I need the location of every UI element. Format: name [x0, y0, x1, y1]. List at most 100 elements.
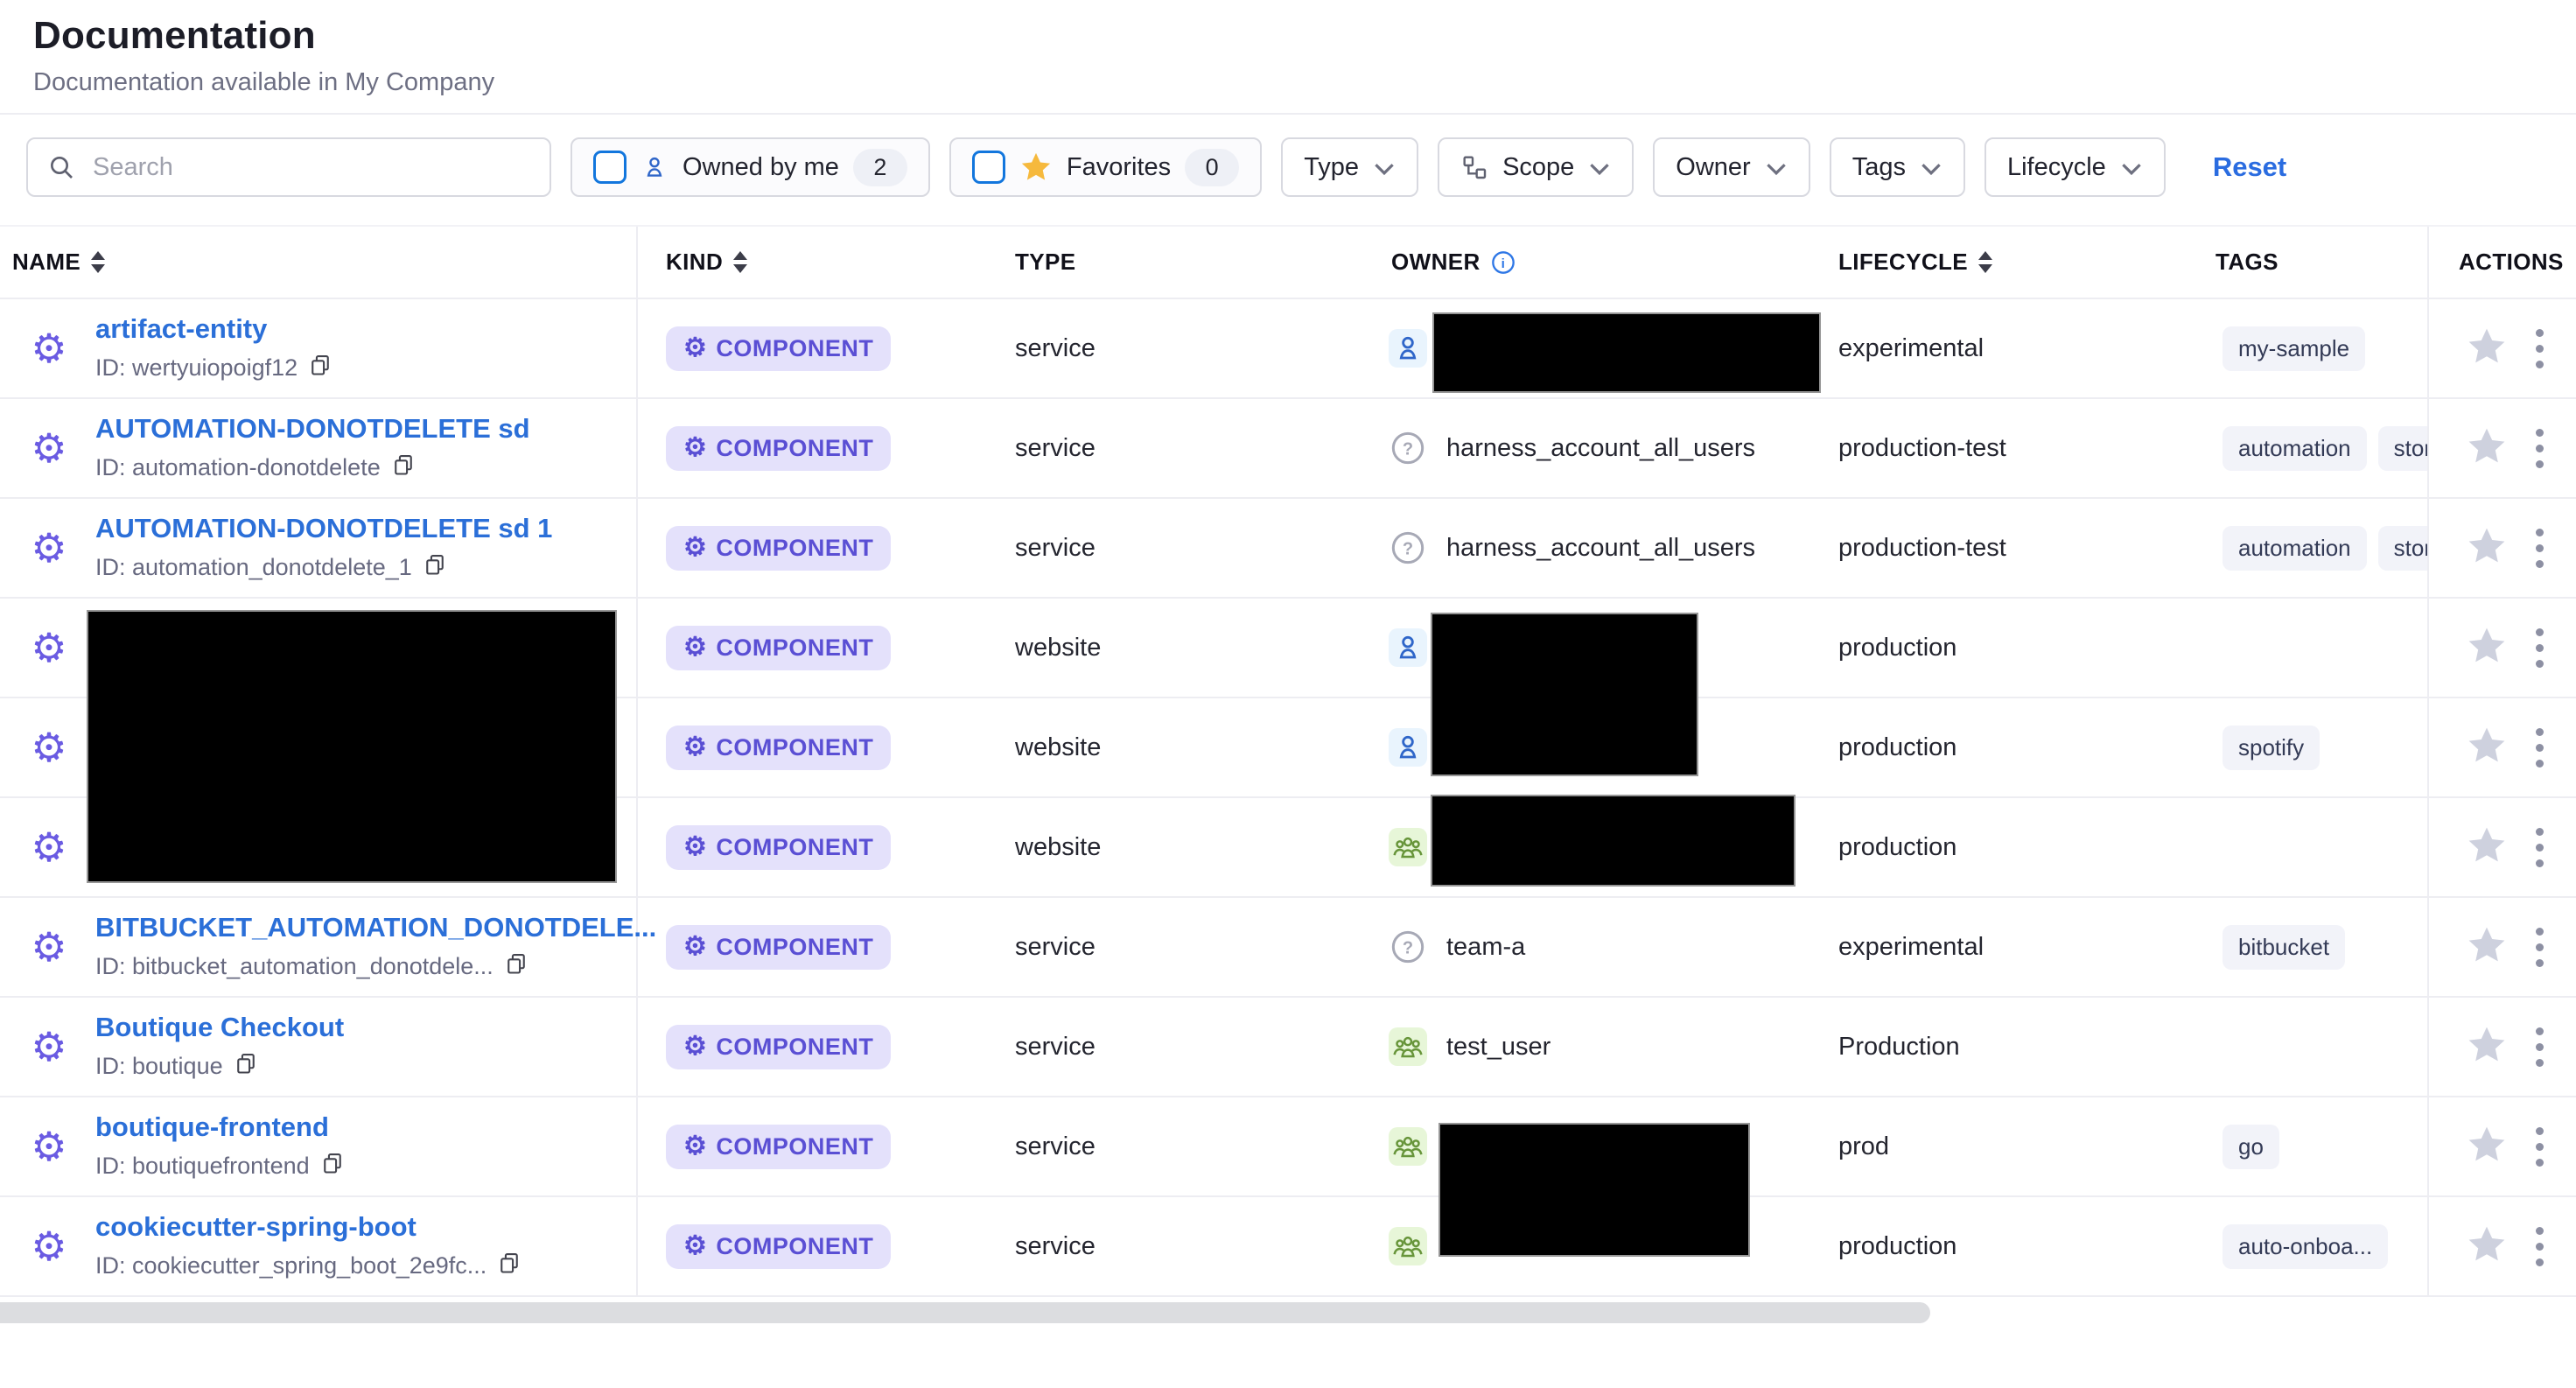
reset-button[interactable]: Reset	[2213, 151, 2286, 183]
table-row: ⚙︎cookiecutter-spring-bootID: cookiecutt…	[0, 1197, 2576, 1297]
table-header-row: NAME KIND TYPE OWNER i LIFECYCLE TAGS	[0, 225, 2576, 299]
copy-icon[interactable]	[320, 1151, 345, 1181]
tags-cell	[2188, 599, 2427, 697]
chevron-down-icon	[1373, 162, 1396, 176]
name-cell: ⚙︎artifact-entityID: wertyuiopoigf12	[0, 299, 638, 397]
copy-icon[interactable]	[308, 353, 332, 383]
favorite-star-button[interactable]	[2466, 1024, 2508, 1070]
entity-name-link[interactable]: AUTOMATION-DONOTDELETE sd	[95, 413, 530, 445]
sort-icon[interactable]	[91, 251, 105, 273]
entity-name-link[interactable]: artifact-entity	[95, 313, 332, 345]
question-icon: ?	[1389, 429, 1427, 467]
catalog-page: Documentation Documentation available in…	[0, 0, 2576, 1388]
table-row: ⚙︎artifact-entityID: wertyuiopoigf12⚙︎CO…	[0, 299, 2576, 399]
kind-badge: ⚙︎COMPONENT	[666, 626, 891, 670]
tags-cell	[2188, 798, 2427, 896]
tags-cell: automationstor	[2188, 399, 2427, 497]
more-menu-button[interactable]	[2530, 823, 2549, 873]
favorite-star-button[interactable]	[2466, 1124, 2508, 1170]
gear-icon: ⚙︎	[29, 328, 69, 368]
favorite-star-button[interactable]	[2466, 824, 2508, 871]
question-icon: ?	[1389, 928, 1427, 966]
gear-icon: ⚙︎	[29, 428, 69, 468]
sort-icon[interactable]	[733, 251, 747, 273]
favorite-star-button[interactable]	[2466, 525, 2508, 571]
column-header-kind[interactable]: KIND	[638, 227, 980, 298]
owned-by-me-checkbox[interactable]	[593, 151, 626, 184]
name-cell: ⚙︎AUTOMATION-DONOTDELETE sd 1ID: automat…	[0, 499, 638, 597]
type-value: service	[1015, 1033, 1096, 1062]
entity-id: ID: boutique	[95, 1051, 344, 1082]
table-row: ⚙︎Boutique CheckoutID: boutique⚙︎COMPONE…	[0, 998, 2576, 1097]
favorite-star-button[interactable]	[2466, 425, 2508, 472]
owned-by-me-filter[interactable]: Owned by me 2	[570, 137, 930, 197]
more-menu-button[interactable]	[2530, 922, 2549, 972]
svg-text:?: ?	[1403, 540, 1413, 559]
name-cell: ⚙︎AUTOMATION-DONOTDELETE sdID: automatio…	[0, 399, 638, 497]
type-cell: service	[980, 998, 1365, 1096]
info-icon[interactable]: i	[1491, 250, 1516, 275]
type-cell: service	[980, 299, 1365, 397]
favorites-checkbox[interactable]	[972, 151, 1005, 184]
more-menu-button[interactable]	[2530, 1222, 2549, 1272]
owner-cell: ?harness_account_all_users	[1365, 399, 1820, 497]
kind-badge-label: COMPONENT	[716, 634, 873, 662]
favorites-label: Favorites	[1067, 153, 1171, 182]
favorite-star-button[interactable]	[2466, 625, 2508, 671]
copy-icon[interactable]	[497, 1251, 522, 1281]
filter-lifecycle[interactable]: Lifecycle	[1984, 137, 2166, 197]
favorites-filter[interactable]: Favorites 0	[949, 137, 1262, 197]
entity-name-link[interactable]: boutique-frontend	[95, 1111, 345, 1143]
horizontal-scrollbar-thumb[interactable]	[0, 1302, 1930, 1323]
name-cell: ⚙︎Boutique CheckoutID: boutique	[0, 998, 638, 1096]
search-box[interactable]	[26, 137, 551, 197]
favorite-star-button[interactable]	[2466, 326, 2508, 372]
more-menu-button[interactable]	[2530, 1122, 2549, 1172]
kind-badge: ⚙︎COMPONENT	[666, 1224, 891, 1269]
question-icon: ?	[1389, 529, 1427, 567]
kind-badge-label: COMPONENT	[716, 435, 873, 462]
entity-name-link[interactable]: Boutique Checkout	[95, 1012, 344, 1043]
favorite-star-button[interactable]	[2466, 1223, 2508, 1270]
more-menu-button[interactable]	[2530, 424, 2549, 473]
column-header-type: TYPE	[980, 227, 1365, 298]
name-block: Boutique Checkout ID: boutique	[95, 1012, 344, 1082]
tag-pill: auto-onboa...	[2222, 1224, 2388, 1269]
entity-name-link[interactable]: BITBUCKET_AUTOMATION_DONOTDELE...	[95, 912, 656, 943]
name-cell: ⚙︎boutique-frontendID: boutiquefrontend	[0, 1097, 638, 1195]
scope-hierarchy-icon	[1460, 153, 1488, 181]
copy-icon[interactable]	[504, 951, 528, 982]
entity-name-link[interactable]: cookiecutter-spring-boot	[95, 1211, 522, 1243]
more-menu-button[interactable]	[2530, 623, 2549, 673]
filter-type[interactable]: Type	[1281, 137, 1418, 197]
column-header-name[interactable]: NAME	[0, 227, 638, 298]
lifecycle-cell: prod	[1820, 1097, 2188, 1195]
filter-scope[interactable]: Scope	[1438, 137, 1634, 197]
filter-tags[interactable]: Tags	[1830, 137, 1965, 197]
filter-owner[interactable]: Owner	[1653, 137, 1810, 197]
favorite-star-button[interactable]	[2466, 725, 2508, 771]
more-menu-button[interactable]	[2530, 324, 2549, 374]
more-menu-button[interactable]	[2530, 523, 2549, 573]
lifecycle-cell: production-test	[1820, 399, 2188, 497]
more-menu-button[interactable]	[2530, 1022, 2549, 1072]
lifecycle-cell: experimental	[1820, 898, 2188, 996]
redaction-box	[1432, 312, 1821, 393]
tag-pill: my-sample	[2222, 326, 2365, 371]
group-icon	[1389, 1227, 1427, 1265]
star-icon	[1019, 151, 1053, 184]
more-menu-button[interactable]	[2530, 723, 2549, 773]
filter-lifecycle-label: Lifecycle	[2007, 153, 2106, 182]
copy-icon[interactable]	[234, 1051, 258, 1082]
entity-name-link[interactable]: AUTOMATION-DONOTDELETE sd 1	[95, 513, 552, 544]
search-input[interactable]	[91, 152, 530, 183]
copy-icon[interactable]	[423, 552, 447, 583]
filter-owner-label: Owner	[1676, 153, 1750, 182]
copy-icon[interactable]	[391, 452, 416, 483]
user-icon	[1389, 628, 1427, 667]
type-cell: service	[980, 399, 1365, 497]
favorite-star-button[interactable]	[2466, 924, 2508, 971]
lifecycle-value: production-test	[1838, 534, 2006, 563]
column-header-lifecycle[interactable]: LIFECYCLE	[1820, 227, 2188, 298]
sort-icon[interactable]	[1978, 251, 1992, 273]
